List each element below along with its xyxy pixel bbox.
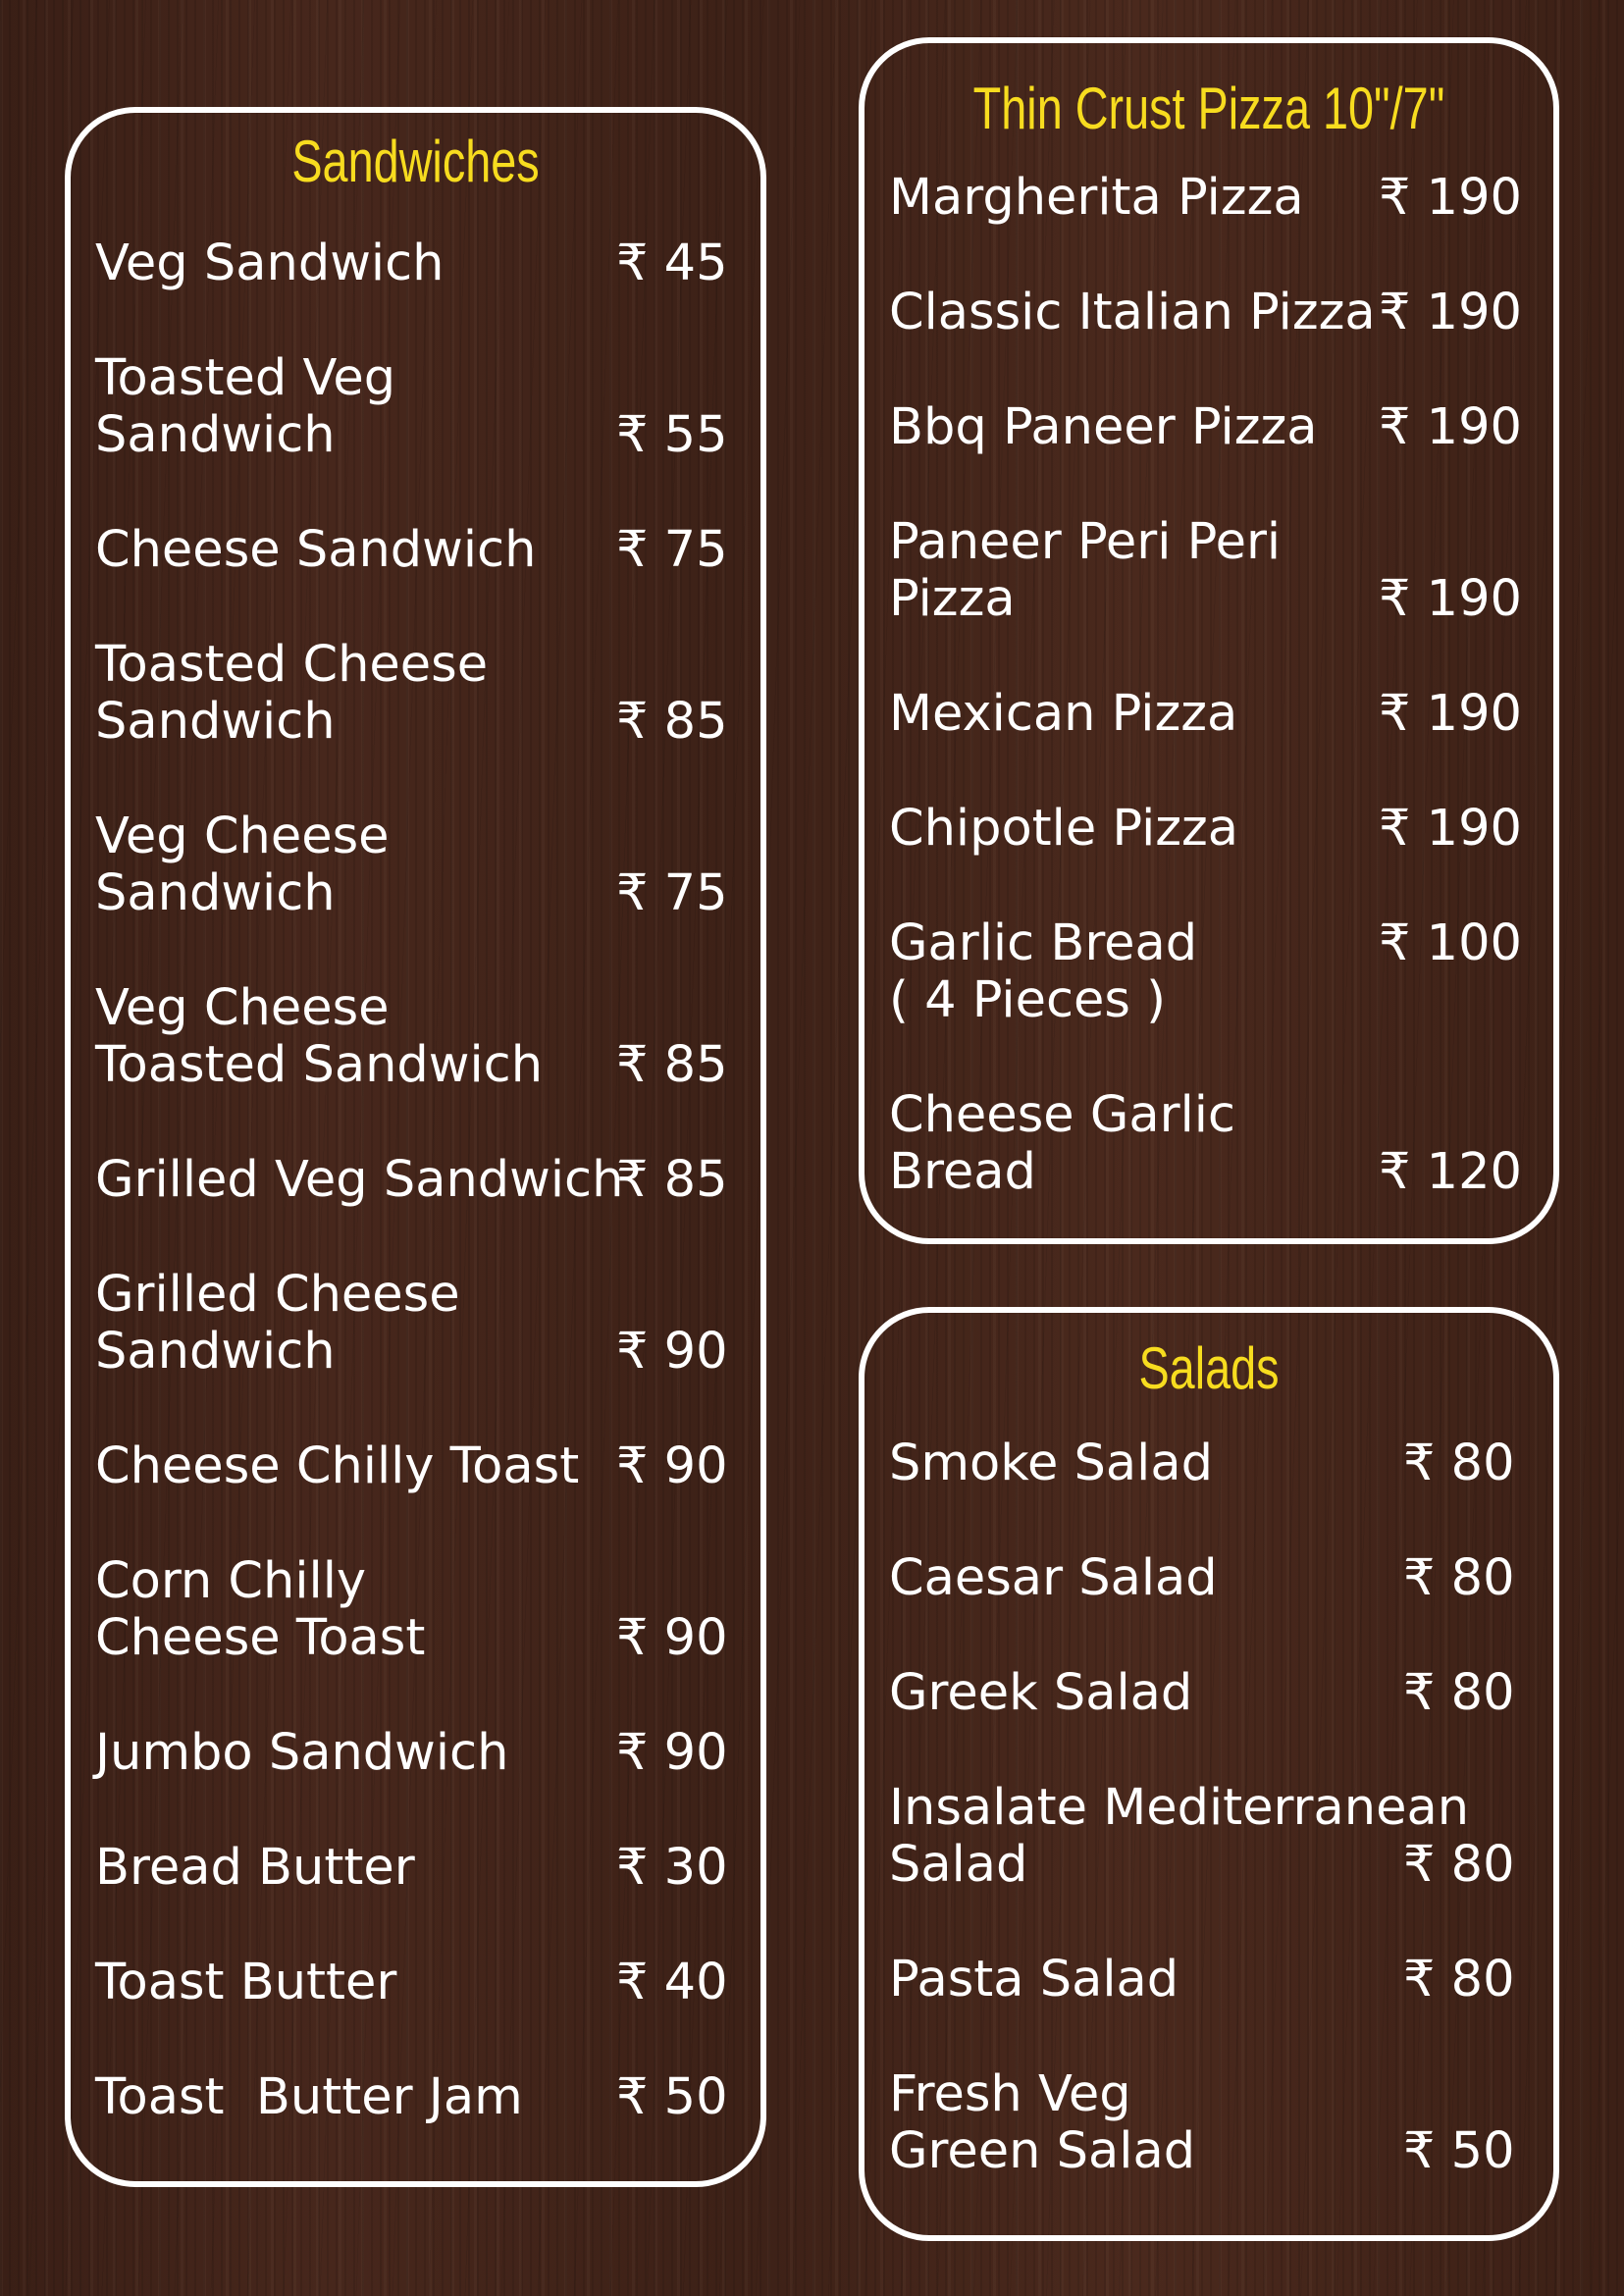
item-price: ₹ 50 — [616, 2068, 728, 2126]
item-price: ₹ 190 — [1379, 169, 1523, 227]
item-name: Paneer Peri Peri Pizza — [889, 513, 1282, 628]
item-price: ₹ 85 — [616, 1151, 728, 1209]
item-price: ₹ 90 — [616, 1724, 728, 1782]
item-name: Bbq Paneer Pizza — [889, 398, 1318, 456]
item-name: Veg Cheese Sandwich — [95, 808, 390, 922]
item-name: Pasta Salad — [889, 1951, 1179, 2009]
item-price: ₹ 30 — [616, 1839, 728, 1897]
item-price: ₹ 190 — [1379, 800, 1523, 858]
item-name: Caesar Salad — [889, 1549, 1218, 1607]
item-name: Cheese Chilly Toast — [95, 1437, 580, 1495]
item-name: Greek Salad — [889, 1664, 1193, 1722]
item-name: Cheese Sandwich — [95, 521, 537, 579]
item-name: Veg Sandwich — [95, 235, 445, 292]
item-price: ₹ 90 — [616, 1437, 728, 1495]
item-name: Jumbo Sandwich — [95, 1724, 509, 1782]
item-name: Corn Chilly Cheese Toast — [95, 1552, 426, 1667]
item-price: ₹ 80 — [1403, 1836, 1515, 1894]
item-price: ₹ 75 — [616, 864, 728, 922]
item-price: ₹ 85 — [616, 693, 728, 751]
item-name: Fresh Veg Green Salad — [889, 2065, 1196, 2180]
item-price: ₹ 190 — [1379, 398, 1523, 456]
item-name: Smoke Salad — [889, 1435, 1213, 1492]
item-price: ₹ 80 — [1403, 1664, 1515, 1722]
item-price: ₹ 75 — [616, 521, 728, 579]
item-price: ₹ 85 — [616, 1036, 728, 1094]
item-price: ₹ 50 — [1403, 2122, 1515, 2180]
item-name: Garlic Bread ( 4 Pieces ) — [889, 914, 1198, 1029]
item-name: Bread Butter — [95, 1839, 415, 1897]
item-name: Margherita Pizza — [889, 169, 1304, 227]
item-price: ₹ 80 — [1403, 1951, 1515, 2009]
section-title-pizza: Thin Crust Pizza 10"/7" — [972, 76, 1445, 141]
item-name: Insalate Mediterranean Salad — [889, 1779, 1470, 1894]
item-price: ₹ 80 — [1403, 1435, 1515, 1492]
item-name: Chipotle Pizza — [889, 800, 1239, 858]
menu-page: { "sections": [ { "id": "sandwiches", "t… — [0, 0, 1624, 2296]
item-name: Grilled Cheese Sandwich — [95, 1266, 460, 1381]
item-name: Toasted Veg Sandwich — [95, 349, 396, 464]
item-price: ₹ 120 — [1379, 1143, 1523, 1201]
item-price: ₹ 100 — [1379, 914, 1523, 972]
item-name: Toast Butter — [95, 1954, 397, 2011]
item-price: ₹ 190 — [1379, 685, 1523, 743]
item-price: ₹ 190 — [1379, 284, 1523, 341]
item-price: ₹ 90 — [616, 1609, 728, 1667]
section-title-salads: Salads — [1138, 1335, 1280, 1401]
section-title-sandwiches: Sandwiches — [291, 129, 540, 194]
item-name: Toast Butter Jam — [95, 2068, 523, 2126]
item-price: ₹ 90 — [616, 1323, 728, 1381]
item-price: ₹ 40 — [616, 1954, 728, 2011]
item-price: ₹ 80 — [1403, 1549, 1515, 1607]
item-price: ₹ 190 — [1379, 570, 1523, 628]
item-name: Toasted Cheese Sandwich — [95, 636, 489, 751]
item-price: ₹ 45 — [616, 235, 728, 292]
item-price: ₹ 55 — [616, 406, 728, 464]
item-name: Classic Italian Pizza — [889, 284, 1376, 341]
item-name: Veg Cheese Toasted Sandwich — [95, 979, 544, 1094]
item-name: Cheese Garlic Bread — [889, 1086, 1235, 1201]
item-name: Grilled Veg Sandwich — [95, 1151, 624, 1209]
item-name: Mexican Pizza — [889, 685, 1238, 743]
